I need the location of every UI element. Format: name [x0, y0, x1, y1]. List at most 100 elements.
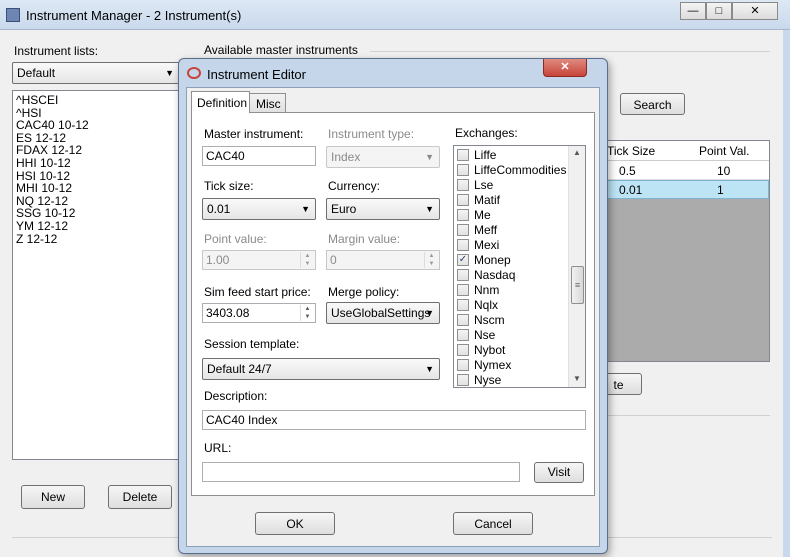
tab-definition[interactable]: Definition [191, 91, 250, 113]
checkbox[interactable] [457, 299, 469, 311]
exchange-item[interactable]: Nscm [456, 313, 568, 328]
visit-button[interactable]: Visit [534, 462, 584, 483]
instruments-grid[interactable]: Tick Size Point Val. 0.5 10 0.01 1 [600, 140, 770, 362]
scroll-down-arrow-icon[interactable]: ▼ [573, 374, 581, 383]
checkbox[interactable] [457, 269, 469, 281]
sim-feed-start-price-label: Sim feed start price: [204, 285, 311, 299]
instrument-type-select: Index ▼ [326, 146, 440, 168]
checkbox[interactable] [457, 359, 469, 371]
minimize-button[interactable]: — [680, 2, 706, 20]
exchange-item[interactable]: Mexi [456, 238, 568, 253]
exchange-label: Nymex [474, 358, 512, 372]
checkbox[interactable] [457, 194, 469, 206]
checkbox[interactable] [457, 164, 469, 176]
tick-size-label: Tick size: [204, 179, 254, 193]
exchange-item[interactable]: Nyse [456, 373, 568, 387]
instrument-list-select[interactable]: Default ▼ [12, 62, 180, 84]
main-window-title: Instrument Manager - 2 Instrument(s) [26, 8, 242, 23]
delete-button[interactable]: Delete [108, 485, 172, 509]
editor-title: Instrument Editor [207, 67, 306, 82]
maximize-button[interactable]: □ [706, 2, 732, 20]
checkbox[interactable] [457, 209, 469, 221]
exchange-item[interactable]: Nymex [456, 358, 568, 373]
master-instrument-label: Master instrument: [204, 127, 304, 141]
session-template-label: Session template: [204, 337, 300, 351]
master-instrument-field[interactable]: CAC40 [202, 146, 316, 166]
list-item[interactable]: Z 12-12 [16, 232, 179, 246]
tick-size-cell: 0.01 [619, 183, 643, 197]
exchange-label: Matif [474, 193, 501, 207]
list-item[interactable]: YM 12-12 [16, 220, 179, 233]
spin-arrows-icon[interactable]: ▲ ▼ [300, 305, 314, 321]
exchange-item[interactable]: Nybot [456, 343, 568, 358]
tab-panel-definition: Master instrument: CAC40 Instrument type… [191, 112, 595, 496]
grid-header-row: Tick Size Point Val. [601, 141, 769, 161]
description-field[interactable]: CAC40 Index [202, 410, 586, 430]
cancel-button[interactable]: Cancel [453, 512, 533, 535]
checkbox[interactable] [457, 149, 469, 161]
chevron-down-icon: ▼ [165, 68, 174, 78]
instrument-editor-dialog: Instrument Editor ✕ Definition Misc Mast… [178, 58, 608, 554]
exchange-item[interactable]: Liffe [456, 148, 568, 163]
checkbox[interactable] [457, 314, 469, 326]
point-value-stepper: 1.00 ▲ ▼ [202, 250, 316, 270]
tick-size-select[interactable]: 0.01 ▼ [202, 198, 316, 220]
exchange-item[interactable]: ✓ Monep [456, 253, 568, 268]
search-button[interactable]: Search [620, 93, 685, 115]
checkbox[interactable] [457, 374, 469, 386]
exchange-item[interactable]: Nnm [456, 283, 568, 298]
checkbox[interactable] [457, 224, 469, 236]
session-template-select[interactable]: Default 24/7 ▼ [202, 358, 440, 380]
scroll-up-arrow-icon[interactable]: ▲ [573, 148, 581, 157]
main-title-bar: Instrument Manager - 2 Instrument(s) — □… [0, 0, 790, 30]
close-button[interactable]: ✕ [732, 2, 778, 20]
list-item[interactable]: MHI 10-12 [16, 182, 179, 195]
table-row-selected[interactable]: 0.01 1 [601, 180, 769, 199]
chevron-down-icon: ▼ [301, 204, 310, 214]
exchange-item[interactable]: Matif [456, 193, 568, 208]
checkbox[interactable] [457, 284, 469, 296]
currency-select[interactable]: Euro ▼ [326, 198, 440, 220]
exchange-item[interactable]: Lse [456, 178, 568, 193]
window-right-edge [783, 30, 790, 557]
chevron-down-icon: ▼ [425, 308, 434, 318]
exchange-item[interactable]: LiffeCommodities [456, 163, 568, 178]
checkbox[interactable] [457, 239, 469, 251]
editor-client-area: Definition Misc Master instrument: CAC40… [186, 87, 600, 547]
checkbox-checked[interactable]: ✓ [457, 254, 469, 266]
checkbox[interactable] [457, 344, 469, 356]
new-button[interactable]: New [21, 485, 85, 509]
checkbox[interactable] [457, 179, 469, 191]
instrument-listbox[interactable]: ^HSCEI ^HSI CAC40 10-12 ES 12-12 FDAX 12-12 H… [12, 90, 180, 460]
table-row[interactable]: 0.5 10 [601, 161, 769, 180]
exchange-item[interactable]: Nse [456, 328, 568, 343]
instrument-type-label: Instrument type: [328, 127, 415, 141]
merge-policy-select[interactable]: UseGlobalSettings ▼ [326, 302, 440, 324]
list-item[interactable]: CAC40 10-12 [16, 119, 179, 132]
exchange-item[interactable]: Nqlx [456, 298, 568, 313]
vertical-scrollbar[interactable]: ▲ ≡ ▼ [568, 146, 585, 387]
editor-close-button[interactable]: ✕ [543, 59, 587, 77]
ok-button[interactable]: OK [255, 512, 335, 535]
exchange-label: LiffeCommodities [474, 163, 567, 177]
checkbox[interactable] [457, 329, 469, 341]
exchange-label: Me [474, 208, 491, 222]
exchange-label: Lse [474, 178, 494, 192]
col-point-val-header[interactable]: Point Val. [699, 144, 749, 158]
exchange-item[interactable]: Nasdaq [456, 268, 568, 283]
group-divider [370, 51, 770, 52]
col-tick-size-header[interactable]: Tick Size [607, 144, 655, 158]
sim-feed-start-price-stepper[interactable]: 3403.08 ▲ ▼ [202, 303, 316, 323]
exchanges-checklist[interactable]: Liffe LiffeCommodities Lse Matif Me Meff Mexi ✓… [453, 145, 586, 388]
exchange-item[interactable]: Me [456, 208, 568, 223]
exchange-label: Liffe [474, 148, 497, 162]
chevron-down-icon: ▼ [425, 152, 434, 162]
list-item[interactable]: ^HSCEI [16, 94, 179, 107]
tick-size-cell: 0.5 [619, 164, 636, 178]
scrollbar-thumb[interactable]: ≡ [571, 266, 584, 304]
url-field[interactable] [202, 462, 520, 482]
list-item[interactable]: HHI 10-12 [16, 157, 179, 170]
exchange-item[interactable]: Meff [456, 223, 568, 238]
instrument-lists-label: Instrument lists: [14, 44, 99, 58]
tab-misc[interactable]: Misc [249, 93, 286, 113]
